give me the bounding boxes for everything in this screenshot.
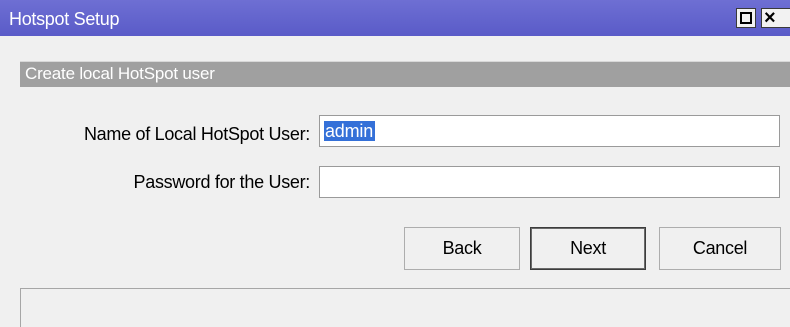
- user-name-input[interactable]: admin: [319, 115, 780, 147]
- password-label: Password for the User:: [133, 172, 311, 192]
- password-input[interactable]: [319, 166, 780, 198]
- section-header: Create local HotSpot user: [20, 61, 790, 87]
- close-button[interactable]: ×: [761, 7, 790, 29]
- cancel-button[interactable]: Cancel: [659, 227, 781, 270]
- close-icon: ×: [764, 7, 776, 29]
- hotspot-setup-window: Hotspot Setup × Create local HotSpot use…: [0, 0, 790, 327]
- status-bar: [20, 288, 790, 327]
- user-name-label: Name of Local HotSpot User:: [83, 124, 310, 144]
- maximize-button[interactable]: [736, 8, 756, 28]
- back-button[interactable]: Back: [404, 227, 520, 270]
- section-title: Create local HotSpot user: [25, 64, 215, 83]
- left-gutter: [0, 36, 20, 327]
- next-button[interactable]: Next: [530, 227, 646, 270]
- maximize-icon: [740, 12, 752, 24]
- window-title: Hotspot Setup: [9, 9, 120, 29]
- title-bar[interactable]: Hotspot Setup ×: [0, 0, 790, 36]
- user-name-value: admin: [324, 121, 376, 141]
